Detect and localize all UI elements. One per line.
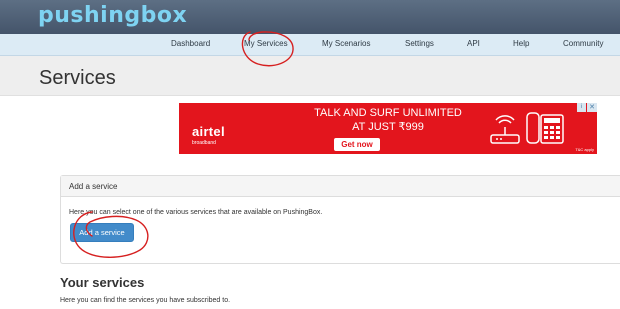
page-title: Services — [39, 67, 116, 89]
close-icon[interactable]: ✕ — [587, 103, 597, 112]
page: pushingbox Dashboard My Services My Scen… — [0, 0, 620, 309]
ad-banner[interactable]: airtel broadband TALK AND SURF UNLIMITED… — [179, 103, 597, 154]
panel-description: Here you can select one of the various s… — [69, 209, 323, 216]
nav-settings[interactable]: Settings — [405, 39, 434, 48]
add-service-button[interactable]: Add a service — [70, 223, 134, 242]
pushingbox-logo[interactable]: pushingbox — [38, 3, 187, 28]
nav-community[interactable]: Community — [563, 39, 603, 48]
your-services-title: Your services — [60, 275, 145, 290]
brand-bar: pushingbox — [0, 0, 620, 34]
ad-fine-print: T&C apply — [575, 147, 594, 152]
your-services-description: Here you can find the services you have … — [60, 297, 231, 304]
nav-dashboard[interactable]: Dashboard — [171, 39, 210, 48]
panel-heading: Add a service — [61, 176, 620, 197]
page-header: Services — [0, 56, 620, 96]
nav-help[interactable]: Help — [513, 39, 529, 48]
main-nav: Dashboard My Services My Scenarios Setti… — [0, 34, 620, 56]
ad-cta-button[interactable]: Get now — [334, 138, 380, 151]
add-service-panel: Add a service Here you can select one of… — [60, 175, 620, 264]
nav-api[interactable]: API — [467, 39, 480, 48]
router-phone-icon — [490, 112, 564, 144]
nav-my-scenarios[interactable]: My Scenarios — [322, 39, 370, 48]
logo-text: pushingbox — [38, 3, 188, 28]
ad-brand-sub: broadband — [192, 140, 216, 146]
panel-title: Add a service — [69, 182, 118, 191]
nav-my-services[interactable]: My Services — [244, 39, 288, 48]
info-icon[interactable]: i — [577, 103, 586, 112]
